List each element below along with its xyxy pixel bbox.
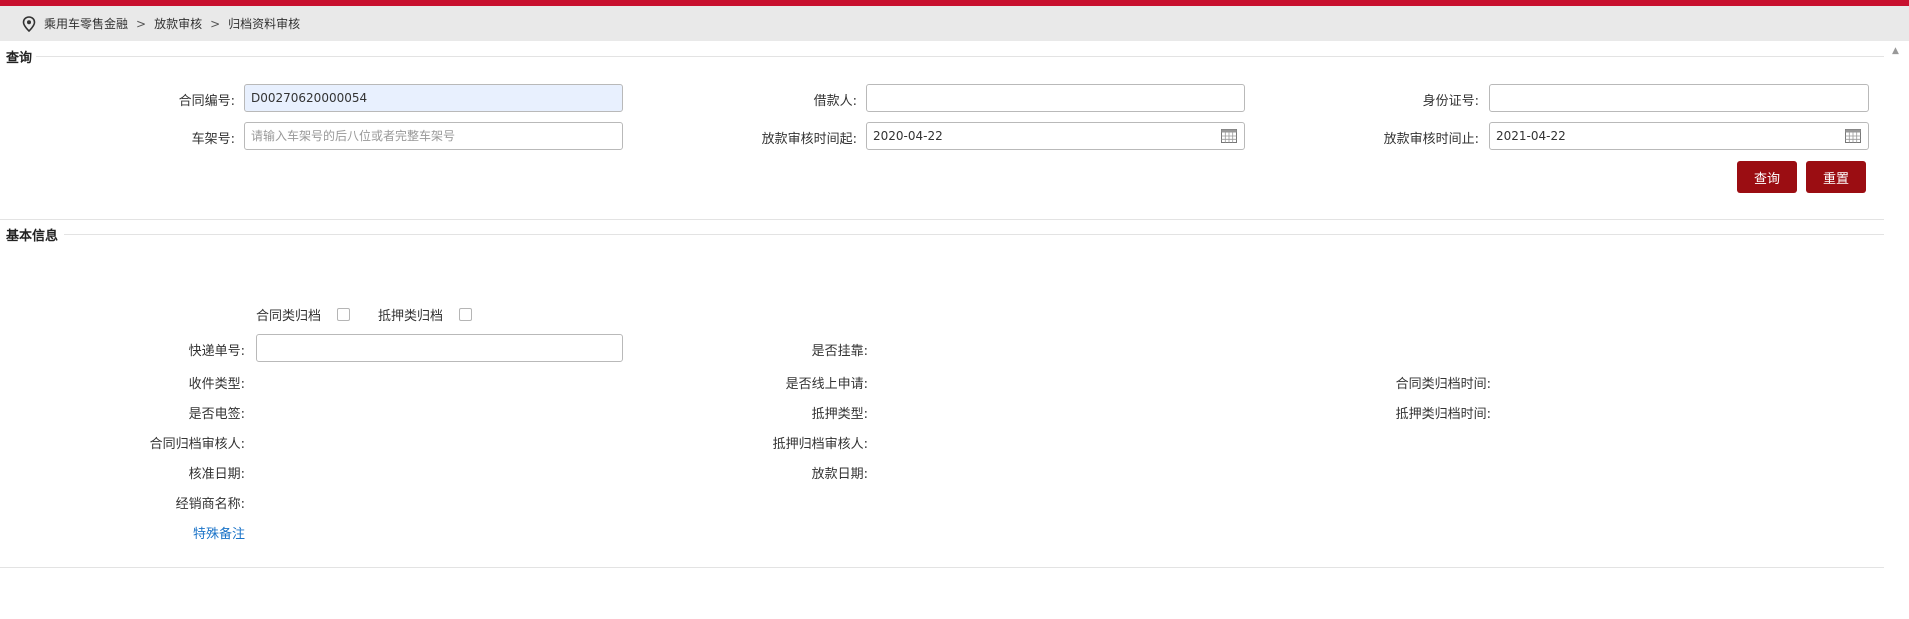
main-content: 查询 合同编号: 借款人: 身份证号: 车架号: 放款审核时间起: 放款审核时间… [0,41,1884,619]
express-no-label: 快递单号: [188,344,245,359]
is-esign-label: 是否电签: [188,407,245,422]
contract-archive-label: 合同类归档 [256,309,322,324]
receive-type-label: 收件类型: [188,377,245,392]
panel-divider [64,234,1884,235]
breadcrumb-separator: > [210,16,221,31]
is-affiliated-label: 是否挂靠: [811,344,868,359]
id-no-input[interactable] [1489,84,1869,112]
breadcrumb-separator: > [136,16,147,31]
breadcrumb: 乘用车零售金融 > 放款审核 > 归档资料审核 [0,6,1909,41]
vin-input[interactable] [244,122,623,150]
mortgage-archive-label: 抵押类归档 [378,309,444,324]
panel-divider [36,56,1884,57]
vertical-scrollbar[interactable]: ▲ [1884,41,1909,619]
breadcrumb-item-archive-review: 归档资料审核 [228,17,301,31]
basic-info-panel-title: 基本信息 [6,229,59,244]
approve-date-label: 核准日期: [188,467,245,482]
contract-no-input[interactable] [244,84,623,112]
calendar-icon[interactable] [1221,129,1237,143]
contract-reviewer-label: 合同归档审核人: [149,437,245,452]
breadcrumb-item-loan-review[interactable]: 放款审核 [154,15,202,32]
id-no-label: 身份证号: [1422,94,1479,109]
is-online-label: 是否线上申请: [785,377,868,392]
scroll-up-arrow-icon[interactable]: ▲ [1892,46,1899,56]
location-pin-icon [22,15,36,32]
audit-to-date-input[interactable] [1489,122,1869,150]
mortgage-archive-checkbox[interactable] [459,308,472,321]
vin-label: 车架号: [191,132,235,147]
borrower-input[interactable] [866,84,1245,112]
special-note-link[interactable]: 特殊备注 [193,523,245,542]
audit-from-date-input[interactable] [866,122,1245,150]
contract-archive-checkbox[interactable] [337,308,350,321]
query-panel: 查询 合同编号: 借款人: 身份证号: 车架号: 放款审核时间起: 放款审核时间… [0,41,1884,220]
breadcrumb-item-retail-finance[interactable]: 乘用车零售金融 [44,15,128,32]
borrower-label: 借款人: [813,94,857,109]
contract-archive-time-label: 合同类归档时间: [1395,377,1491,392]
dealer-name-label: 经销商名称: [175,497,245,512]
contract-no-label: 合同编号: [178,94,235,109]
mortgage-type-label: 抵押类型: [811,407,868,422]
calendar-icon[interactable] [1845,129,1861,143]
basic-info-panel: 基本信息 合同类归档 抵押类归档 快递单号: 是否挂靠: 收件类型: 是否线上申… [0,219,1884,568]
audit-from-label: 放款审核时间起: [761,132,857,147]
query-panel-title: 查询 [6,51,33,66]
loan-date-label: 放款日期: [811,467,868,482]
search-button[interactable]: 查询 [1737,161,1797,193]
mortgage-reviewer-label: 抵押归档审核人: [772,437,868,452]
express-no-input[interactable] [256,334,623,362]
reset-button[interactable]: 重置 [1806,161,1866,193]
mortgage-archive-time-label: 抵押类归档时间: [1395,407,1491,422]
audit-to-label: 放款审核时间止: [1383,132,1479,147]
